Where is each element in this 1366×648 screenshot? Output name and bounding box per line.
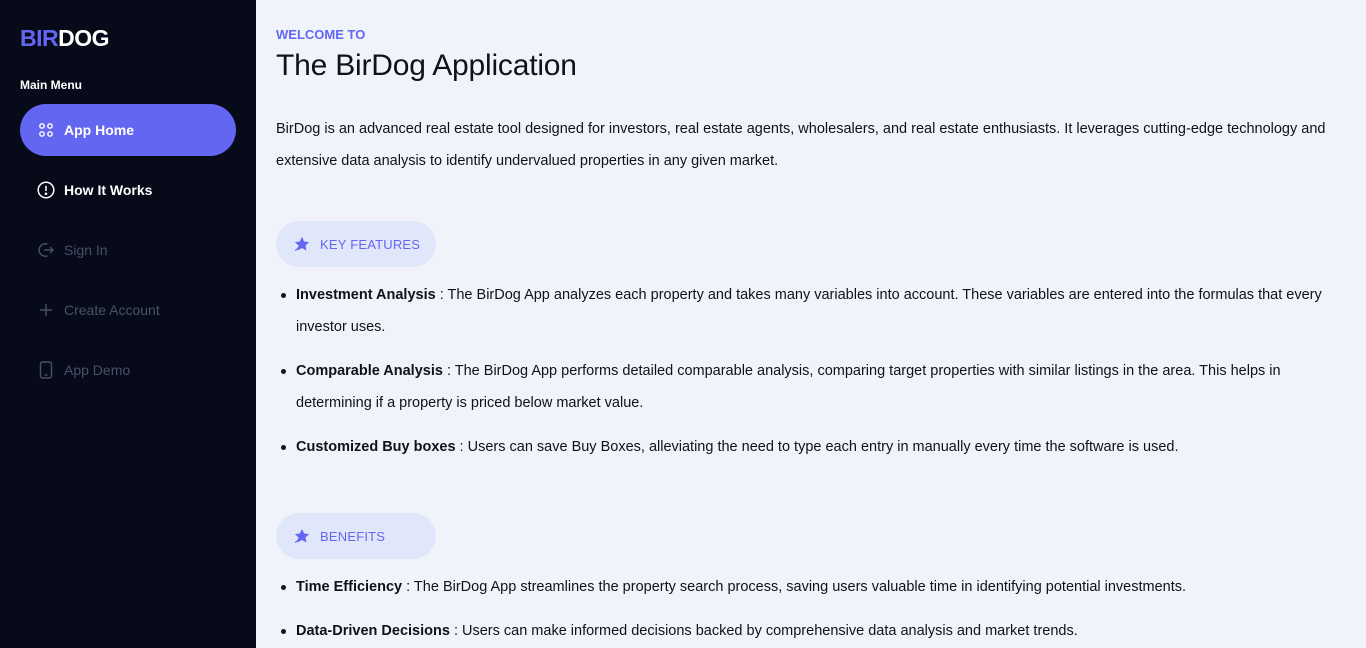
- brand-logo-part2: DOG: [58, 24, 110, 51]
- sidebar: BIRDOG Main Menu App Home How It Works: [0, 0, 256, 648]
- main-menu: App Home How It Works Sign In Create Acc…: [20, 104, 236, 396]
- sidebar-item-label: How It Works: [64, 182, 153, 198]
- brand-logo-part1: BIR: [20, 24, 59, 51]
- benefits-badge: BENEFITS: [276, 513, 436, 559]
- sidebar-item-create-account[interactable]: Create Account: [20, 284, 236, 336]
- sidebar-item-app-demo[interactable]: App Demo: [20, 344, 236, 396]
- sidebar-item-how-it-works[interactable]: How It Works: [20, 164, 236, 216]
- brand-logo[interactable]: BIR DOG: [20, 24, 236, 52]
- page-title: The BirDog Application: [276, 49, 577, 82]
- sidebar-item-sign-in[interactable]: Sign In: [20, 224, 236, 276]
- list-item-text: : The BirDog App analyzes each property …: [296, 287, 1322, 335]
- list-item: Time Efficiency : The BirDog App streaml…: [281, 571, 1346, 615]
- list-item-term: Customized Buy boxes: [296, 439, 456, 455]
- star-icon: [293, 235, 311, 253]
- list-item: Customized Buy boxes : Users can save Bu…: [281, 431, 1346, 475]
- list-item-text: : The BirDog App performs detailed compa…: [296, 363, 1281, 411]
- benefits-list: Time Efficiency : The BirDog App streaml…: [276, 571, 1346, 648]
- list-item-term: Data-Driven Decisions: [296, 623, 450, 639]
- star-icon: [293, 527, 311, 545]
- phone-icon: [37, 361, 55, 379]
- list-item-term: Time Efficiency: [296, 579, 403, 595]
- list-item-text: : Users can save Buy Boxes, alleviating …: [455, 439, 1179, 455]
- list-item-text: : The BirDog App streamlines the propert…: [402, 579, 1187, 595]
- list-item-term: Comparable Analysis: [296, 363, 443, 379]
- main-content: WELCOME TO The BirDog Application BirDog…: [256, 0, 1366, 648]
- plus-icon: [37, 301, 55, 319]
- grid-dots-icon: [37, 121, 55, 139]
- sidebar-item-app-home[interactable]: App Home: [20, 104, 236, 156]
- main-menu-label: Main Menu: [20, 78, 82, 92]
- sidebar-item-label: App Demo: [64, 362, 131, 378]
- welcome-label: WELCOME TO: [276, 27, 366, 42]
- sidebar-item-label: Create Account: [64, 302, 160, 318]
- key-features-label: KEY FEATURES: [320, 236, 421, 252]
- intro-paragraph: BirDog is an advanced real estate tool d…: [276, 121, 1326, 169]
- list-item-text: : Users can make informed decisions back…: [449, 623, 1078, 639]
- list-item-term: Investment Analysis: [296, 287, 436, 303]
- list-item: Data-Driven Decisions : Users can make i…: [281, 615, 1346, 648]
- sidebar-item-label: App Home: [64, 122, 134, 138]
- sign-in-icon: [37, 241, 55, 259]
- list-item: Investment Analysis : The BirDog App ana…: [281, 279, 1346, 355]
- features-list: Investment Analysis : The BirDog App ana…: [276, 279, 1346, 475]
- benefits-label: BENEFITS: [320, 528, 386, 544]
- list-item: Comparable Analysis : The BirDog App per…: [281, 355, 1346, 431]
- key-features-badge: KEY FEATURES: [276, 221, 436, 267]
- sidebar-item-label: Sign In: [64, 242, 108, 258]
- info-circle-icon: [37, 181, 55, 199]
